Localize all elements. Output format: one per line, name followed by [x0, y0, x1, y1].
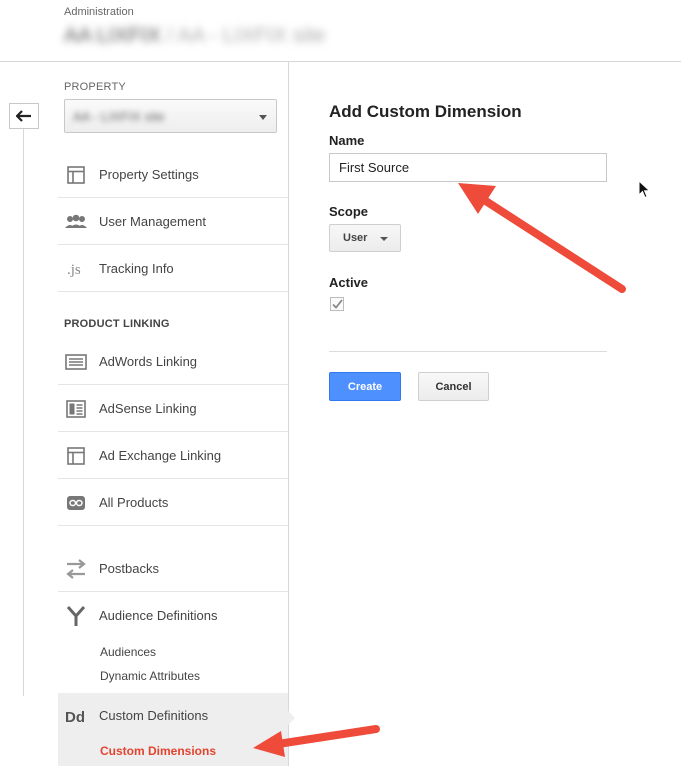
link-icon — [64, 492, 88, 514]
cancel-button[interactable]: Cancel — [418, 372, 489, 401]
sidebar-item-property-settings[interactable]: Property Settings — [58, 152, 288, 198]
sidebar-item-postbacks[interactable]: Postbacks — [58, 546, 288, 592]
sidebar-item-label: Property Settings — [99, 167, 199, 182]
back-arrow-icon — [16, 110, 31, 122]
sidebar-subitem-dynamic-attributes[interactable]: Dynamic Attributes — [100, 669, 200, 683]
sidebar-divider — [288, 62, 289, 766]
sidebar-item-label: Ad Exchange Linking — [99, 448, 222, 463]
svg-text:Dd: Dd — [65, 709, 85, 724]
scope-label: Scope — [329, 204, 369, 219]
page-title: Add Custom Dimension — [329, 102, 522, 121]
form-divider — [329, 351, 607, 352]
chevron-down-icon — [259, 115, 267, 120]
sidebar-item-tracking-info[interactable]: .js Tracking Info — [58, 246, 288, 292]
scope-select-value: User — [343, 232, 368, 244]
sidebar-subitem-audiences[interactable]: Audiences — [100, 645, 156, 659]
custom-definitions-icon: Dd — [64, 705, 88, 727]
active-label: Active — [329, 275, 369, 290]
mouse-cursor-icon — [638, 180, 651, 199]
property-select[interactable]: AA - LIXFIX site — [64, 99, 277, 133]
account-name[interactable]: AA LIXFIX — [64, 24, 161, 47]
sidebar-item-label: User Management — [99, 214, 206, 229]
ad-exchange-icon — [64, 445, 88, 467]
sidebar-item-user-management[interactable]: User Management — [58, 199, 288, 245]
page-header: Administration AA LIXFIX / AA - LIXFIX s… — [0, 0, 681, 62]
chevron-down-icon — [380, 237, 388, 241]
nav-rail — [23, 129, 24, 696]
sidebar-item-ad-exchange-linking[interactable]: Ad Exchange Linking — [58, 433, 288, 479]
sidebar-subitem-custom-dimensions[interactable]: Custom Dimensions — [100, 744, 216, 758]
adsense-icon — [64, 398, 88, 420]
sidebar-item-custom-definitions[interactable]: Dd Custom Definitions — [58, 693, 288, 739]
name-label: Name — [329, 133, 365, 148]
active-pointer — [287, 710, 295, 726]
sidebar-item-audience-definitions[interactable]: Audience Definitions — [58, 593, 288, 639]
sidebar-item-label: AdSense Linking — [99, 401, 197, 416]
account-sub[interactable]: / AA - LIXFIX site — [161, 24, 326, 47]
property-select-value: AA - LIXFIX site — [73, 109, 165, 124]
breadcrumb[interactable]: Administration — [64, 6, 134, 18]
account-title[interactable]: AA LIXFIX / AA - LIXFIX site — [64, 24, 325, 48]
sidebar-item-label: AdWords Linking — [99, 354, 198, 369]
product-linking-heading: PRODUCT LINKING — [64, 318, 170, 330]
property-label: PROPERTY — [64, 81, 126, 93]
sidebar-item-label: Custom Definitions — [99, 708, 209, 723]
property-settings-icon — [64, 164, 88, 186]
annotation-arrow-name — [458, 183, 626, 293]
sidebar-item-adsense-linking[interactable]: AdSense Linking — [58, 386, 288, 432]
sidebar-item-label: Postbacks — [99, 561, 159, 576]
back-button[interactable] — [9, 103, 39, 129]
scope-select[interactable]: User — [329, 224, 401, 252]
adwords-icon — [64, 351, 88, 373]
checkmark-icon — [332, 299, 343, 309]
name-field[interactable] — [329, 153, 607, 182]
sidebar-item-label: All Products — [99, 495, 169, 510]
sidebar-item-all-products[interactable]: All Products — [58, 480, 288, 526]
postbacks-icon — [64, 558, 88, 580]
create-button[interactable]: Create — [329, 372, 401, 401]
active-checkbox[interactable] — [330, 297, 344, 311]
svg-text:.js: .js — [67, 262, 81, 278]
sidebar-item-label: Tracking Info — [99, 261, 174, 276]
js-icon: .js — [64, 258, 88, 280]
sidebar-item-adwords-linking[interactable]: AdWords Linking — [58, 339, 288, 385]
users-icon — [64, 211, 88, 233]
sidebar-item-label: Audience Definitions — [99, 608, 218, 623]
audience-definitions-icon — [64, 605, 88, 627]
